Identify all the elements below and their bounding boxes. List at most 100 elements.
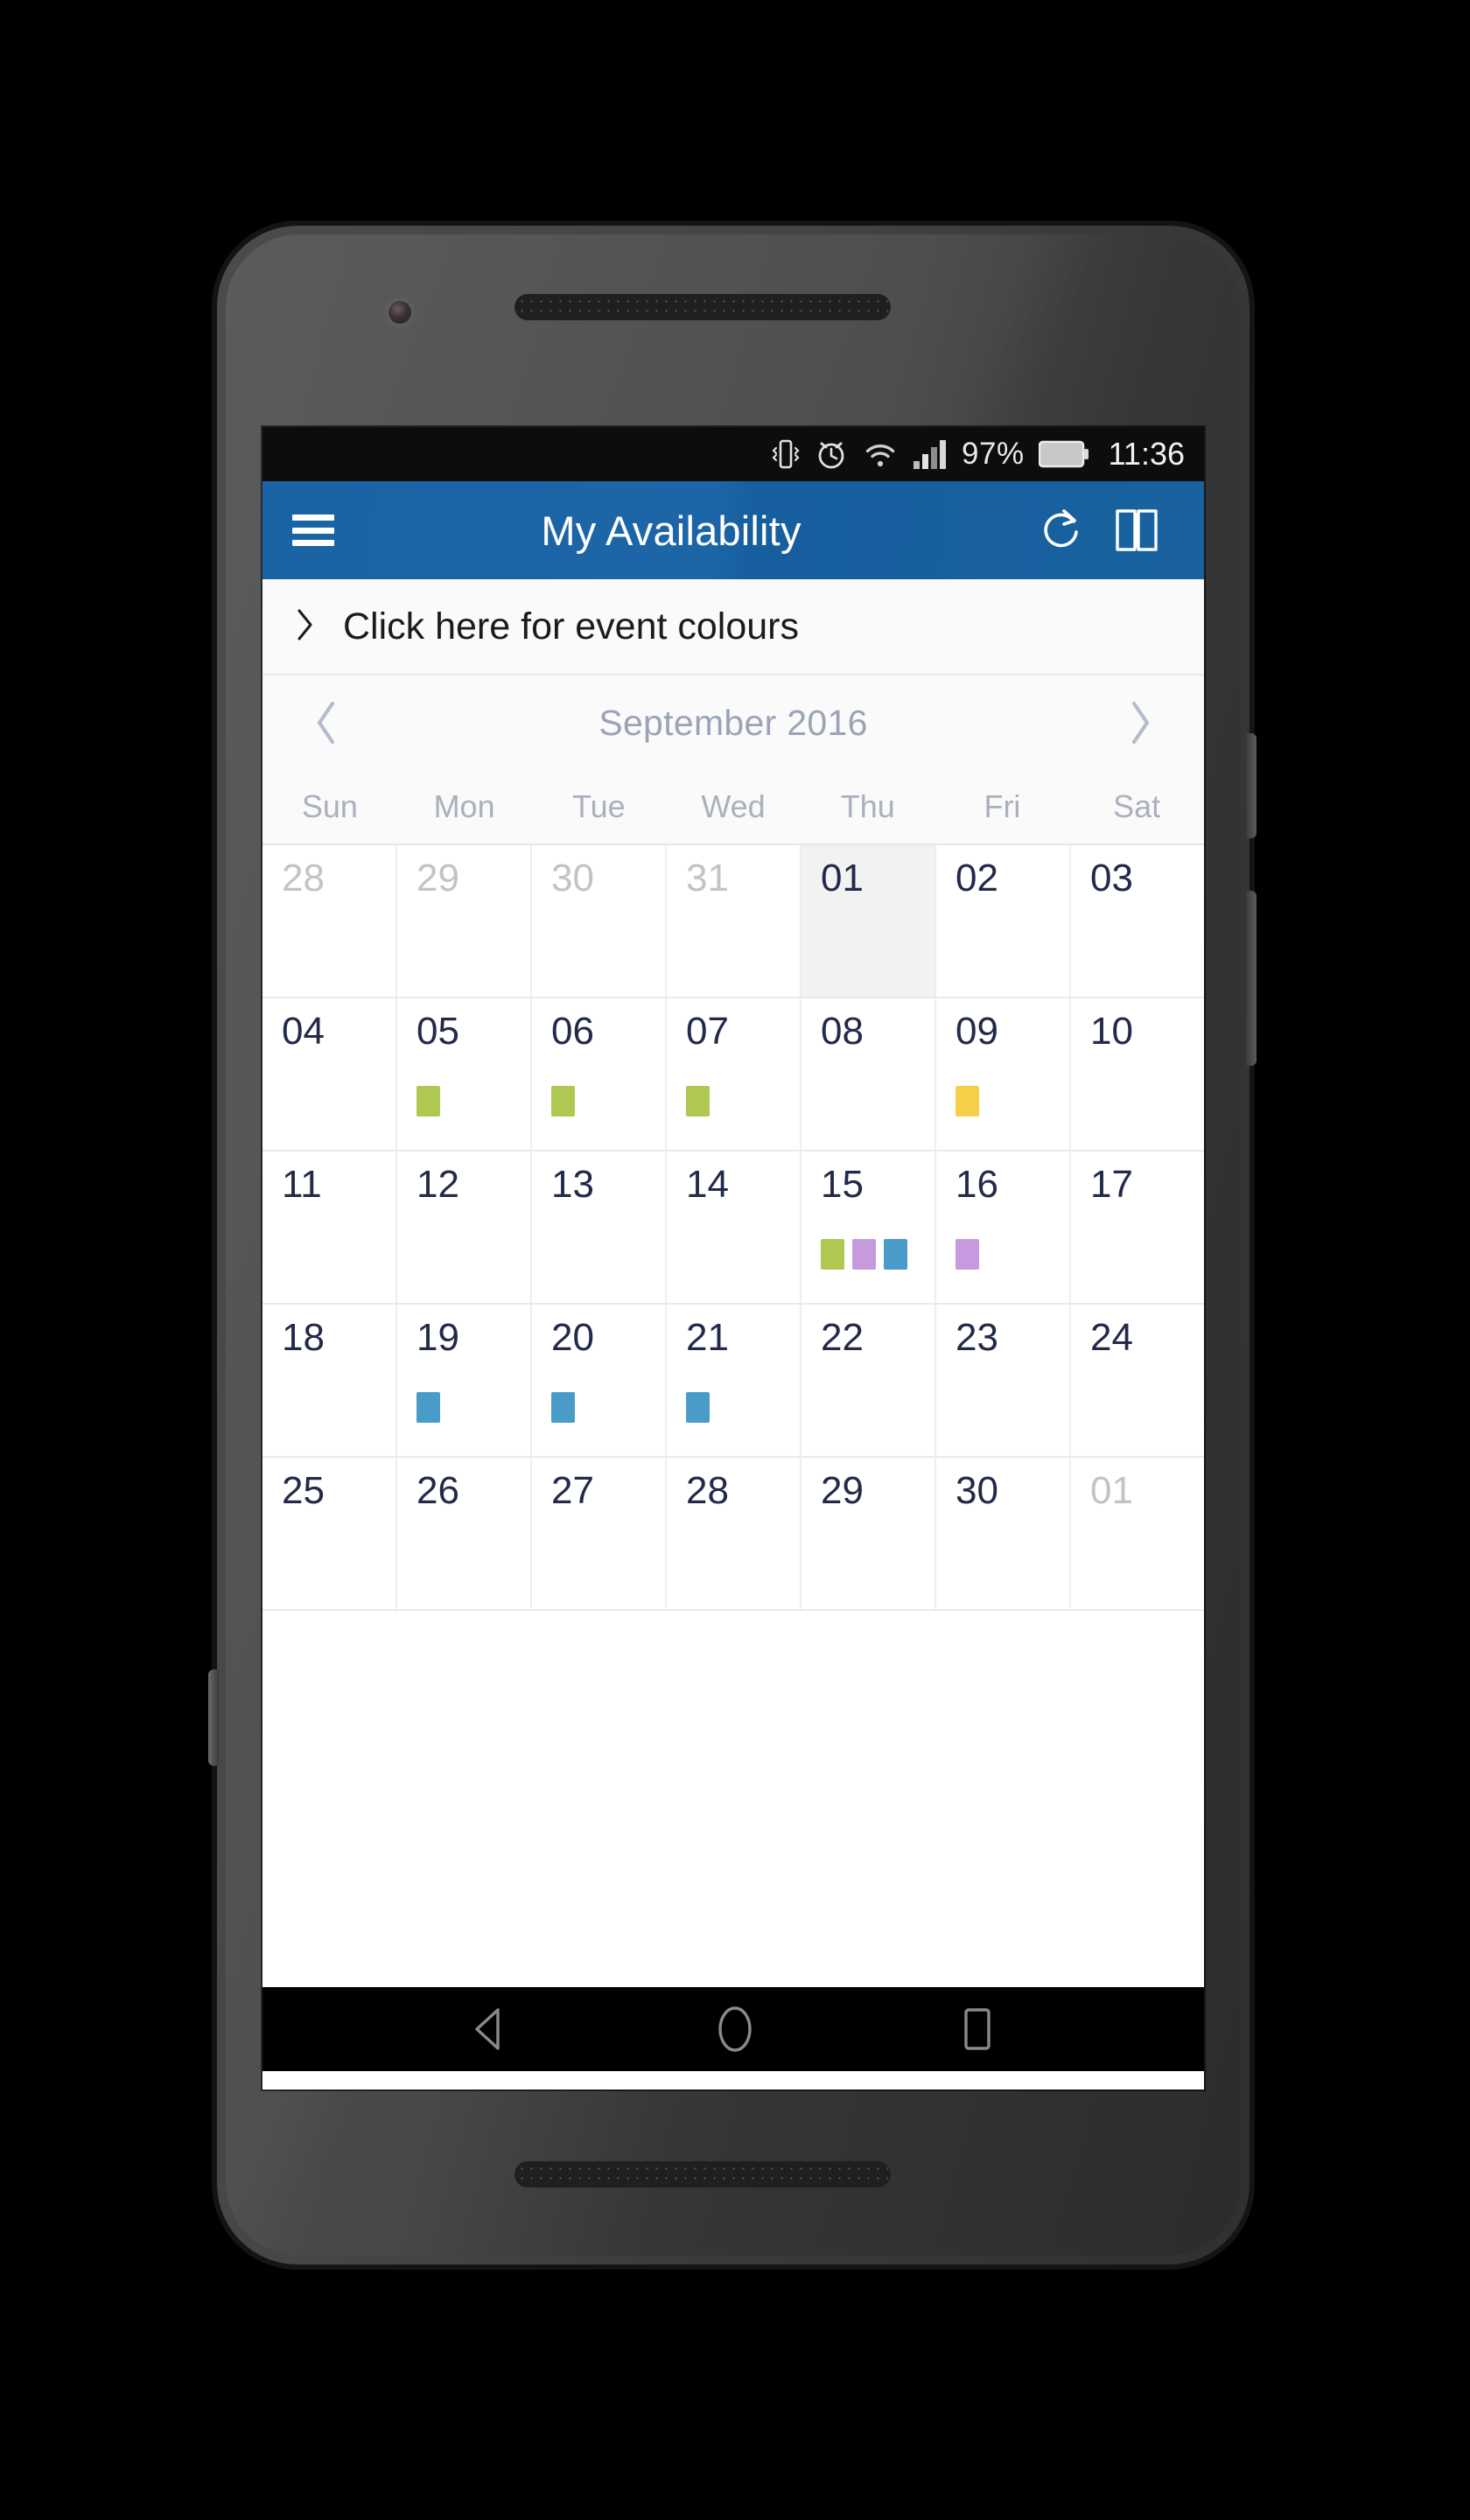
battery-percent-label: 97%	[962, 437, 1025, 471]
calendar-day-cell[interactable]: 28	[262, 845, 397, 997]
calendar-day-cell[interactable]: 13	[532, 1152, 667, 1303]
weekday-label-fri: Fri	[984, 788, 1021, 824]
calendar-day-cell[interactable]: 19	[397, 1305, 532, 1456]
calendar-day-cell[interactable]: 20	[532, 1305, 667, 1456]
day-number: 19	[416, 1316, 459, 1359]
event-colours-row[interactable]: Click here for event colours	[262, 579, 1204, 676]
day-number: 25	[282, 1469, 325, 1512]
calendar-week-row: 18 19 20 21 22 23 24	[262, 1305, 1204, 1458]
calendar-day-cell[interactable]: 28	[667, 1458, 802, 1609]
home-circle-icon[interactable]	[712, 2004, 758, 2054]
calendar-day-cell[interactable]: 12	[397, 1152, 532, 1303]
event-dot-blue	[551, 1392, 575, 1423]
day-number: 02	[956, 857, 998, 900]
calendar-day-cell[interactable]: 04	[262, 998, 397, 1150]
calendar-day-cell[interactable]: 22	[802, 1305, 936, 1456]
calendar-day-cell[interactable]: 30	[532, 845, 667, 997]
chevron-right-icon	[294, 606, 317, 648]
day-number: 22	[821, 1316, 864, 1359]
event-dot-group	[686, 1392, 710, 1423]
back-triangle-icon[interactable]	[469, 2006, 513, 2053]
weekday-label-tue: Tue	[571, 788, 626, 824]
prev-month-button[interactable]	[296, 698, 357, 747]
calendar-day-cell[interactable]: 02	[936, 845, 1071, 997]
left-side-button[interactable]	[208, 1670, 219, 1766]
event-dot-group	[551, 1392, 575, 1423]
day-number: 20	[551, 1316, 594, 1359]
calendar-day-cell[interactable]: 01	[802, 845, 936, 997]
calendar-day-cell[interactable]: 16	[936, 1152, 1071, 1303]
calendar-day-cell[interactable]: 18	[262, 1305, 397, 1456]
day-number: 18	[282, 1316, 325, 1359]
volume-button[interactable]	[1246, 891, 1256, 1066]
day-number: 01	[821, 857, 864, 900]
clock-label: 11:36	[1108, 436, 1185, 472]
calendar-day-cell[interactable]: 01	[1071, 1458, 1204, 1609]
calendar-day-cell[interactable]: 17	[1071, 1152, 1204, 1303]
recents-square-icon[interactable]	[957, 2005, 998, 2054]
book-icon[interactable]	[1099, 504, 1174, 556]
calendar-day-cell[interactable]: 06	[532, 998, 667, 1150]
wifi-icon	[862, 437, 899, 472]
calendar-day-cell[interactable]: 24	[1071, 1305, 1204, 1456]
calendar-day-cell[interactable]: 14	[667, 1152, 802, 1303]
day-number: 08	[821, 1010, 864, 1053]
power-button[interactable]	[1246, 733, 1256, 838]
page-title: My Availability	[541, 507, 802, 554]
event-dot-group	[821, 1239, 907, 1270]
event-dot-group	[956, 1086, 979, 1116]
calendar-day-cell[interactable]: 23	[936, 1305, 1071, 1456]
day-number: 01	[1090, 1469, 1133, 1512]
calendar-day-cell[interactable]: 07	[667, 998, 802, 1150]
calendar-day-cell[interactable]: 08	[802, 998, 936, 1150]
earpiece-speaker	[514, 294, 891, 320]
next-month-button[interactable]	[1110, 698, 1171, 747]
calendar-day-cell[interactable]: 09	[936, 998, 1071, 1150]
day-number: 29	[416, 857, 459, 900]
calendar-day-cell[interactable]: 03	[1071, 845, 1204, 997]
event-dot-group	[416, 1392, 440, 1423]
front-camera-icon	[388, 301, 411, 324]
calendar-day-cell[interactable]: 31	[667, 845, 802, 997]
calendar-week-row: 04 05 06 07 08 09 10	[262, 998, 1204, 1152]
day-number: 29	[821, 1469, 864, 1512]
calendar-day-cell[interactable]: 29	[802, 1458, 936, 1609]
calendar-day-cell[interactable]: 15	[802, 1152, 936, 1303]
day-number: 23	[956, 1316, 998, 1359]
calendar-day-cell[interactable]: 27	[532, 1458, 667, 1609]
calendar-week-row: 11 12 13 14 15 16 17	[262, 1152, 1204, 1305]
day-number: 09	[956, 1010, 998, 1053]
calendar-day-cell[interactable]: 10	[1071, 998, 1204, 1150]
month-navigation: September 2016	[262, 676, 1204, 770]
day-number: 21	[686, 1316, 729, 1359]
calendar-day-cell[interactable]: 29	[397, 845, 532, 997]
event-dot-green	[821, 1239, 844, 1270]
calendar-day-cell[interactable]: 26	[397, 1458, 532, 1609]
day-number: 04	[282, 1010, 325, 1053]
calendar-day-cell[interactable]: 30	[936, 1458, 1071, 1609]
calendar-week-row: 28 29 30 31 01 02 03	[262, 845, 1204, 998]
phone-screen: 97% 11:36 My Availability Click here for…	[262, 427, 1204, 2090]
day-number: 07	[686, 1010, 729, 1053]
day-number: 30	[956, 1469, 998, 1512]
day-number: 27	[551, 1469, 594, 1512]
calendar-day-cell[interactable]: 05	[397, 998, 532, 1150]
day-number: 17	[1090, 1163, 1133, 1206]
day-number: 16	[956, 1163, 998, 1206]
weekday-label-sun: Sun	[301, 788, 358, 824]
bottom-speaker	[514, 2161, 891, 2188]
day-number: 05	[416, 1010, 459, 1053]
event-dot-green	[686, 1086, 710, 1116]
calendar-day-cell[interactable]: 21	[667, 1305, 802, 1456]
day-number: 14	[686, 1163, 729, 1206]
weekday-header-row: Sun Mon Tue Wed Thu Fri Sat	[262, 770, 1204, 845]
event-dot-purple	[852, 1239, 876, 1270]
android-navigation-bar	[262, 1987, 1204, 2071]
calendar-day-cell[interactable]: 11	[262, 1152, 397, 1303]
event-dot-green	[416, 1086, 440, 1116]
day-number: 11	[282, 1163, 322, 1206]
day-number: 28	[686, 1469, 729, 1512]
calendar-day-cell[interactable]: 25	[262, 1458, 397, 1609]
refresh-icon[interactable]	[1024, 505, 1099, 556]
event-dot-group	[551, 1086, 575, 1116]
